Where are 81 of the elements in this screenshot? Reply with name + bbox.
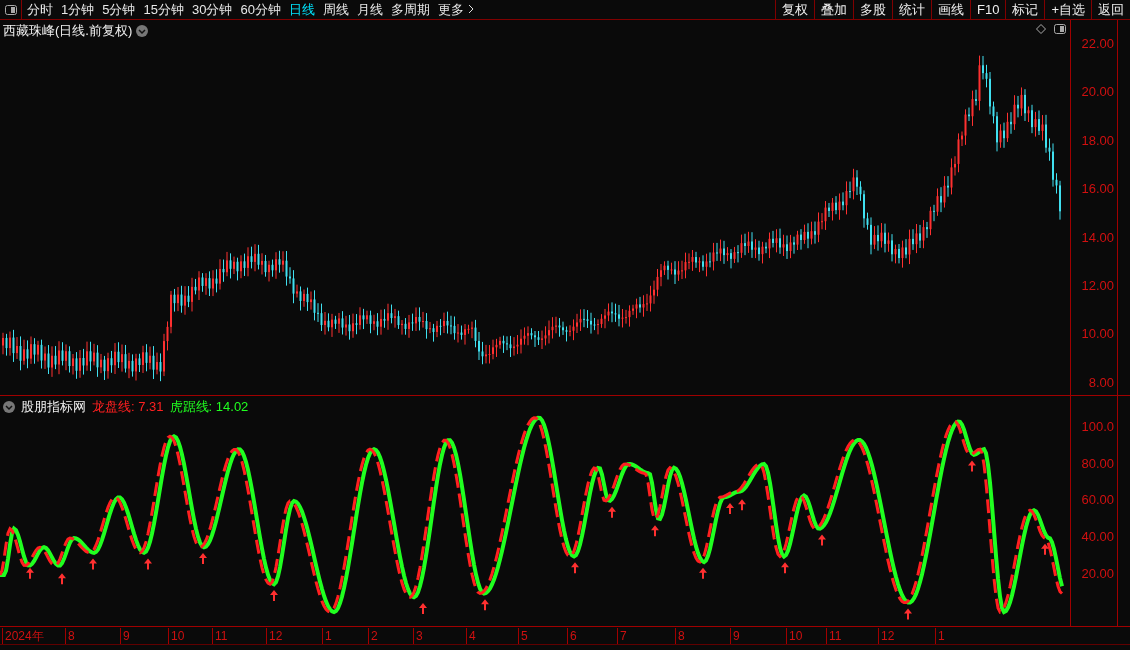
panel-icon[interactable] [1054, 24, 1066, 34]
date-axis-label: 11 [212, 628, 228, 644]
up-arrow-icon [481, 599, 489, 611]
up-arrow-icon [270, 589, 278, 601]
up-arrow-icon [726, 503, 734, 514]
period-tab[interactable]: 日线 [288, 0, 315, 19]
price-axis-label: 14.00 [1081, 228, 1114, 246]
period-tab[interactable]: 30分钟 [191, 0, 233, 19]
up-arrow-icon [199, 552, 207, 564]
indicator-axis-label: 100.0 [1081, 418, 1114, 436]
date-axis-label: 6 [567, 628, 577, 644]
date-axis-label: 9 [120, 628, 130, 644]
date-axis-label: 10 [168, 628, 185, 644]
price-axis-label: 10.00 [1081, 325, 1114, 343]
up-arrow-icon [904, 608, 912, 620]
date-axis-label: 1 [322, 628, 332, 644]
date-axis-label: 8 [675, 628, 685, 644]
price-axis-label: 18.00 [1081, 131, 1114, 150]
date-axis-label: 8 [65, 628, 75, 644]
chevron-down-icon[interactable] [136, 24, 149, 37]
up-arrow-icon [89, 558, 97, 570]
date-axis-label: 2024年 [2, 628, 44, 644]
period-tab[interactable]: 60分钟 [240, 0, 281, 19]
chevron-right-icon [467, 4, 474, 15]
date-axis-label: 3 [413, 628, 423, 644]
up-arrow-icon [1041, 543, 1049, 555]
up-arrow-icon [26, 567, 34, 579]
date-axis-label: 4 [466, 628, 476, 644]
price-axis-label: 8.00 [1088, 373, 1114, 391]
toolbar-button[interactable]: 标记 [1005, 0, 1045, 19]
period-tab[interactable]: 多周期 [390, 0, 430, 19]
toolbar-button[interactable]: 复权 [775, 0, 814, 19]
toolbar-button[interactable]: 统计 [892, 0, 931, 19]
up-arrow-icon [651, 525, 659, 537]
date-axis-label: 12 [266, 628, 283, 644]
toolbar-button[interactable]: 画线 [931, 0, 970, 19]
up-arrow-icon [699, 567, 707, 579]
diamond-icon[interactable] [1036, 24, 1046, 34]
date-axis-label: 11 [826, 628, 842, 644]
date-axis-label: 7 [617, 628, 627, 644]
indicator-name: 股朋指标网 [21, 398, 86, 416]
toolbar-button[interactable]: 返回 [1091, 0, 1130, 19]
price-axis-label: 16.00 [1081, 180, 1114, 198]
price-axis-label: 22.00 [1081, 35, 1114, 53]
period-tab[interactable]: 15分钟 [143, 0, 184, 19]
date-axis-label: 1 [935, 628, 945, 644]
period-tab[interactable]: 周线 [322, 0, 349, 19]
stock-title: 西藏珠峰(日线.前复权) [3, 22, 133, 40]
date-axis-label: 12 [878, 628, 895, 644]
period-tab[interactable]: 更多 [437, 0, 474, 19]
indicator-readout: 虎踞线: 14.02 [169, 398, 249, 416]
price-axis-label: 12.00 [1081, 276, 1114, 295]
chevron-down-icon[interactable] [3, 400, 15, 413]
up-arrow-icon [781, 562, 789, 574]
toolbar-button[interactable]: 多股 [853, 0, 892, 19]
toolbar-button[interactable]: 叠加 [814, 0, 853, 19]
up-arrow-icon [419, 602, 427, 614]
period-tab[interactable]: 分时 [27, 0, 53, 19]
date-axis-label: 2 [368, 628, 378, 644]
up-arrow-icon [968, 460, 976, 472]
up-arrow-icon [738, 499, 746, 511]
date-axis-label: 9 [730, 628, 740, 644]
date-axis-label: 10 [786, 628, 803, 644]
toolbar-button[interactable]: F10 [970, 0, 1006, 19]
panel-icon [4, 4, 17, 15]
indicator-axis-label: 40.00 [1081, 527, 1114, 546]
date-axis-label: 5 [518, 628, 528, 644]
indicator-axis-label: 80.00 [1081, 454, 1114, 472]
period-tab[interactable]: 5分钟 [102, 0, 136, 19]
price-axis-label: 20.00 [1081, 83, 1114, 101]
toolbar-button[interactable]: +自选 [1044, 0, 1091, 19]
indicator-axis-label: 60.00 [1081, 491, 1114, 509]
indicator-readout: 龙盘线: 7.31 [92, 398, 164, 416]
indicator-axis-label: 20.00 [1081, 564, 1114, 582]
up-arrow-icon [818, 534, 826, 546]
period-tab[interactable]: 1分钟 [61, 0, 95, 19]
up-arrow-icon [144, 558, 152, 570]
period-tab[interactable]: 月线 [356, 0, 383, 19]
up-arrow-icon [571, 562, 579, 574]
up-arrow-icon [58, 573, 66, 585]
up-arrow-icon [608, 506, 616, 518]
